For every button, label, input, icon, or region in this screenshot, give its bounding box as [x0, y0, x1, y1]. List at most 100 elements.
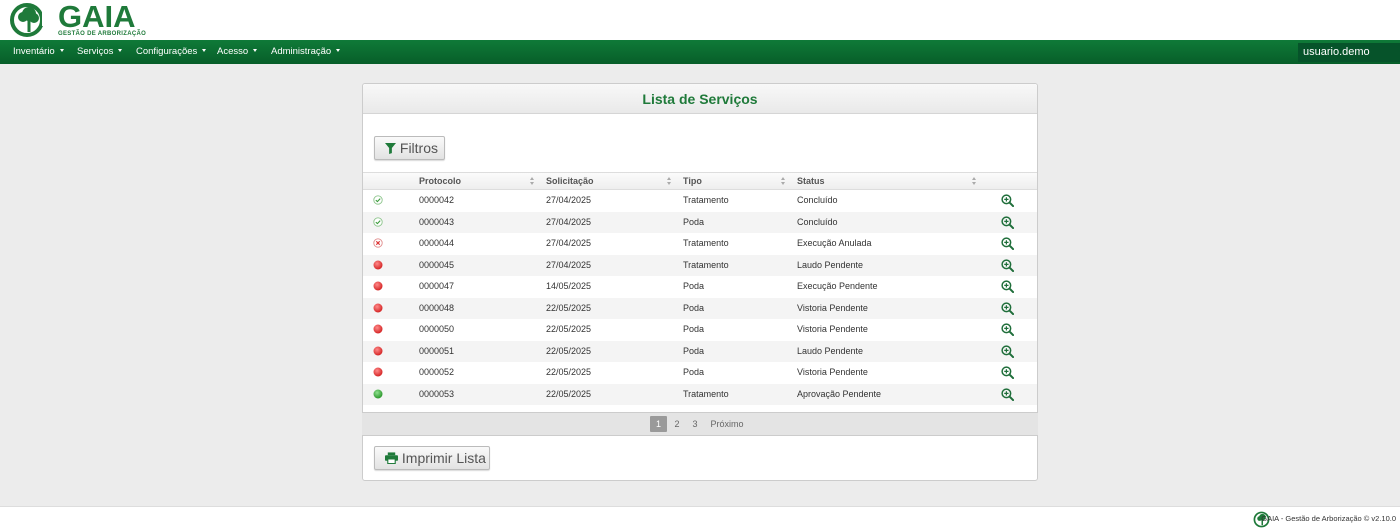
view-details-icon[interactable]	[1001, 323, 1015, 337]
nav-item-inventario[interactable]: Inventário	[13, 40, 64, 64]
status-green-dot-icon	[373, 389, 383, 399]
nav-item-servicos[interactable]: Serviços	[77, 40, 123, 64]
app-header: GAIA GESTÃO DE ARBORIZAÇÃO	[0, 0, 1400, 40]
view-details-icon[interactable]	[1001, 366, 1015, 380]
cell-tipo: Poda	[683, 367, 705, 377]
view-details-icon[interactable]	[1001, 215, 1015, 229]
status-check-icon	[373, 195, 383, 205]
table-body: 0000042 27/04/2025 Tratamento Concluído 0000…	[363, 190, 1037, 405]
print-button-label: Imprimir Lista	[401, 450, 486, 466]
cell-protocolo: 0000051	[419, 345, 455, 356]
next-page-button[interactable]: Próximo	[707, 416, 747, 432]
cell-tipo: Tratamento	[683, 195, 729, 205]
nav-label: Acesso	[217, 46, 249, 57]
cell-protocolo: 0000044	[419, 238, 455, 248]
table-row: 0000051 22/05/2025 Poda Laudo Pendente	[363, 340, 1037, 362]
cell-status: Concluído	[797, 216, 838, 227]
cell-solicitacao: 27/04/2025	[546, 259, 592, 270]
filter-button[interactable]: Filtros	[374, 136, 445, 160]
cell-protocolo: 0000048	[419, 302, 455, 313]
cell-status: Vistoria Pendente	[797, 367, 868, 377]
table-row: 0000045 27/04/2025 Tratamento Laudo Pendent…	[363, 254, 1037, 276]
table-row: 0000043 27/04/2025 Poda Concluído	[363, 211, 1037, 233]
table-row: 0000048 22/05/2025 Poda Vistoria Pendente	[363, 297, 1037, 319]
table-header: Protocolo Solicitação Tipo Status	[363, 172, 1037, 190]
cell-tipo: Poda	[683, 324, 705, 334]
status-red-dot-icon	[373, 281, 383, 291]
cell-solicitacao: 27/04/2025	[546, 195, 592, 205]
services-panel: Lista de Serviços Filtros Protocolo Soli…	[362, 83, 1038, 481]
cell-solicitacao: 22/05/2025	[546, 345, 592, 356]
cell-protocolo: 0000047	[419, 281, 455, 291]
cell-status: Concluído	[797, 195, 838, 205]
cell-tipo: Tratamento	[683, 238, 729, 248]
cell-status: Execução Pendente	[797, 281, 878, 291]
footer-text: GAIA - Gestão de Arborização © v2.10.0	[1261, 514, 1396, 523]
filter-icon	[385, 142, 396, 154]
table-row: 0000050 22/05/2025 Poda Vistoria Pendente	[363, 319, 1037, 341]
nav-label: Serviços	[77, 46, 114, 57]
cell-solicitacao: 22/05/2025	[546, 302, 592, 313]
status-red-dot-icon	[373, 346, 383, 356]
status-red-dot-icon	[373, 260, 383, 270]
nav-item-configuracoes[interactable]: Configurações	[136, 40, 207, 64]
page-3-button[interactable]: 3	[687, 416, 703, 432]
cell-solicitacao: 22/05/2025	[546, 367, 592, 377]
nav-item-acesso[interactable]: Acesso	[217, 40, 258, 64]
cell-tipo: Tratamento	[683, 388, 729, 399]
cell-protocolo: 0000042	[419, 195, 455, 205]
cell-protocolo: 0000053	[419, 388, 455, 399]
logo-subtitle: GESTÃO DE ARBORIZAÇÃO	[58, 31, 147, 37]
table-row: 0000052 22/05/2025 Poda Vistoria Pendente	[363, 362, 1037, 384]
gaia-logo[interactable]: GAIA GESTÃO DE ARBORIZAÇÃO	[8, 0, 146, 38]
nav-item-administracao[interactable]: Administração	[271, 40, 341, 64]
view-details-icon[interactable]	[1001, 280, 1015, 294]
cell-solicitacao: 22/05/2025	[546, 324, 592, 334]
printer-icon	[385, 452, 398, 465]
header-solicitacao[interactable]: Solicitação	[546, 173, 594, 190]
view-details-icon[interactable]	[1001, 301, 1015, 315]
cell-protocolo: 0000050	[419, 324, 455, 334]
caret-down-icon	[336, 48, 341, 52]
view-details-icon[interactable]	[1001, 344, 1015, 358]
page-2-button[interactable]: 2	[669, 416, 685, 432]
cell-protocolo: 0000043	[419, 216, 455, 227]
main-navbar: Inventário Serviços Configurações Acesso…	[0, 40, 1400, 64]
table-row: 0000044 27/04/2025 Tratamento Execução Anul…	[363, 233, 1037, 255]
cell-solicitacao: 14/05/2025	[546, 281, 592, 291]
cell-solicitacao: 27/04/2025	[546, 216, 592, 227]
cell-status: Execução Anulada	[797, 238, 872, 248]
cell-status: Vistoria Pendente	[797, 302, 868, 313]
view-details-icon[interactable]	[1001, 258, 1015, 272]
view-details-icon[interactable]	[1001, 194, 1015, 208]
status-red-dot-icon	[373, 324, 383, 334]
header-tipo[interactable]: Tipo	[683, 173, 702, 190]
nav-label: Configurações	[136, 46, 198, 57]
sort-icon[interactable]	[781, 177, 786, 186]
cell-protocolo: 0000052	[419, 367, 455, 377]
view-details-icon[interactable]	[1001, 387, 1015, 401]
user-menu[interactable]: usuario.demo	[1298, 43, 1400, 62]
cell-solicitacao: 27/04/2025	[546, 238, 592, 248]
header-protocolo[interactable]: Protocolo	[419, 173, 461, 190]
sort-icon[interactable]	[667, 177, 672, 186]
cell-status: Laudo Pendente	[797, 345, 864, 356]
page-1-button[interactable]: 1	[650, 416, 667, 432]
cell-tipo: Poda	[683, 281, 705, 291]
caret-down-icon	[202, 48, 207, 52]
cell-protocolo: 0000045	[419, 259, 455, 270]
table-row: 0000053 22/05/2025 Tratamento Aprovação Pen…	[363, 383, 1037, 405]
tree-logo-icon	[10, 3, 50, 37]
print-list-button[interactable]: Imprimir Lista	[374, 446, 490, 470]
sort-icon[interactable]	[530, 177, 535, 186]
header-status[interactable]: Status	[797, 173, 825, 190]
sort-icon[interactable]	[972, 177, 977, 186]
table-row: 0000047 14/05/2025 Poda Execução Pendente	[363, 276, 1037, 298]
cell-status: Laudo Pendente	[797, 259, 864, 270]
view-details-icon[interactable]	[1001, 237, 1015, 251]
table-row: 0000042 27/04/2025 Tratamento Concluído	[363, 190, 1037, 212]
caret-down-icon	[59, 48, 64, 52]
cell-tipo: Poda	[683, 216, 705, 227]
cell-tipo: Poda	[683, 302, 705, 313]
panel-title: Lista de Serviços	[363, 84, 1037, 114]
